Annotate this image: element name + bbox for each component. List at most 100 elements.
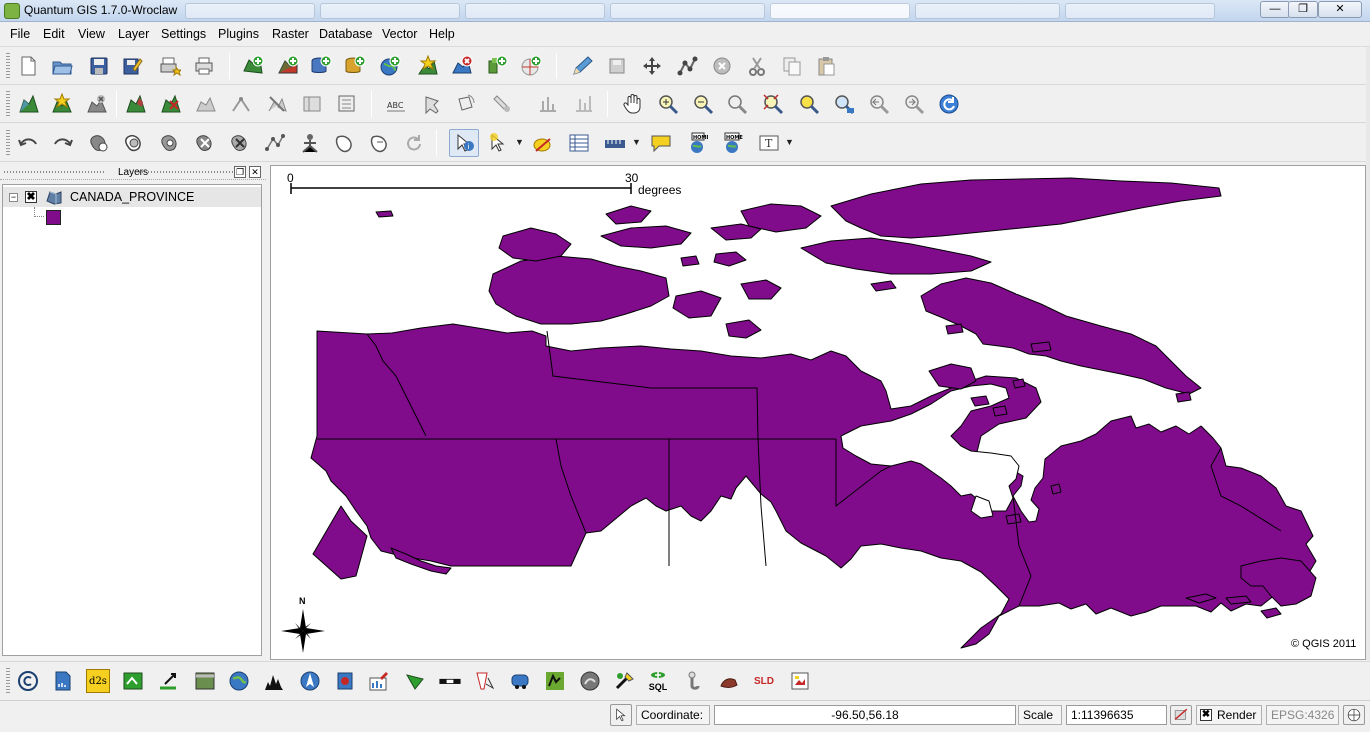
close-button[interactable]: ✕: [1318, 1, 1362, 18]
sld-icon[interactable]: SLD: [751, 669, 777, 693]
menu-edit[interactable]: Edit: [43, 27, 65, 41]
zoom-last-icon[interactable]: [867, 92, 891, 116]
save-edits-icon[interactable]: [605, 54, 629, 78]
render-toggle[interactable]: ✖ Render: [1196, 705, 1262, 725]
undock-panel-button[interactable]: ❐: [234, 166, 246, 178]
show-bookmarks-icon[interactable]: HOME: [720, 131, 744, 155]
redo-icon[interactable]: [51, 131, 75, 155]
offline-editing-icon[interactable]: [717, 669, 741, 693]
add-circle-icon[interactable]: [87, 131, 111, 155]
move-feature-icon[interactable]: [640, 54, 664, 78]
refresh-icon[interactable]: [937, 92, 961, 116]
georeferencer-icon[interactable]: [121, 669, 145, 693]
delete-part-2-icon[interactable]: [228, 131, 252, 155]
zoom-next-icon[interactable]: [902, 92, 926, 116]
redo-2-icon[interactable]: [402, 131, 426, 155]
zoom-to-selection-icon[interactable]: [761, 92, 785, 116]
render-checkbox[interactable]: ✖: [1200, 709, 1212, 721]
delete-selected-icon[interactable]: [710, 54, 734, 78]
north-arrow-icon[interactable]: [298, 669, 322, 693]
paste-features-icon[interactable]: [814, 54, 838, 78]
heatmap-icon[interactable]: [543, 669, 567, 693]
maximize-button[interactable]: ❐: [1288, 1, 1318, 18]
menu-settings[interactable]: Settings: [161, 27, 206, 41]
coordinate-mode-icon[interactable]: [610, 704, 632, 726]
menu-help[interactable]: Help: [429, 27, 455, 41]
scale-bar-icon[interactable]: [437, 669, 463, 693]
new-project-icon[interactable]: [16, 54, 40, 78]
copy-features-icon[interactable]: [780, 54, 804, 78]
simplify-2-icon[interactable]: [333, 131, 357, 155]
split-icon[interactable]: [265, 92, 289, 116]
spit-icon[interactable]: [473, 669, 497, 693]
zoom-actual-icon[interactable]: [832, 92, 856, 116]
rotate-point-icon[interactable]: [368, 131, 392, 155]
add-wms-layer-icon[interactable]: [378, 54, 402, 78]
pan-icon[interactable]: [621, 92, 645, 116]
measure-dropdown-arrow[interactable]: ▼: [632, 137, 641, 147]
export-image-icon[interactable]: [788, 669, 812, 693]
scale-field[interactable]: 1:11396635: [1066, 705, 1167, 725]
text-annotation-icon[interactable]: T: [757, 131, 781, 155]
d2s-icon[interactable]: d2s: [86, 669, 110, 693]
menu-vector[interactable]: Vector: [382, 27, 417, 41]
add-vector-layer-icon[interactable]: [241, 54, 265, 78]
openlayers-icon[interactable]: [613, 669, 637, 693]
layer-item-canada-province[interactable]: − ✖ CANADA_PROVINCE: [3, 187, 261, 207]
legend-color-swatch[interactable]: [46, 210, 61, 225]
rotate-label-icon[interactable]: [453, 92, 477, 116]
simplify-icon[interactable]: [229, 92, 253, 116]
zoom-full-icon[interactable]: [725, 92, 749, 116]
toolbar-grip[interactable]: [6, 53, 10, 79]
merge-icon[interactable]: [300, 92, 324, 116]
save-as-icon[interactable]: [120, 54, 144, 78]
move-label-icon[interactable]: [419, 92, 443, 116]
undo-icon[interactable]: [16, 131, 40, 155]
add-gps-layer-icon[interactable]: [519, 54, 543, 78]
menu-layer[interactable]: Layer: [118, 27, 149, 41]
open-project-icon[interactable]: [50, 54, 74, 78]
zoom-in-icon[interactable]: [656, 92, 680, 116]
merge-attributes-icon[interactable]: [335, 92, 359, 116]
globe-icon[interactable]: [227, 669, 251, 693]
reshape-icon[interactable]: [194, 92, 218, 116]
measure-icon[interactable]: [603, 131, 627, 155]
menu-database[interactable]: Database: [319, 27, 373, 41]
interpolation-icon[interactable]: [156, 669, 180, 693]
quick-print-icon[interactable]: [367, 669, 391, 693]
save-project-icon[interactable]: [87, 54, 111, 78]
attribute-table-icon[interactable]: [567, 131, 591, 155]
delete-part-icon[interactable]: [85, 92, 109, 116]
map-canvas[interactable]: 0 30 degrees N © QGIS 2011: [270, 165, 1366, 660]
collapse-toggle[interactable]: −: [9, 193, 18, 202]
identify-icon[interactable]: i: [449, 129, 479, 157]
layer-visibility-checkbox[interactable]: ✖: [25, 191, 37, 203]
add-ring-icon[interactable]: [124, 92, 148, 116]
add-wfs-layer-icon[interactable]: [485, 54, 509, 78]
show-pin-icon[interactable]: [490, 92, 514, 116]
zoom-to-layer-icon[interactable]: [797, 92, 821, 116]
minimize-button[interactable]: —: [1260, 1, 1290, 18]
stop-render-icon[interactable]: [1170, 705, 1192, 725]
print-icon[interactable]: [192, 54, 216, 78]
move-diagram-icon[interactable]: [536, 92, 560, 116]
delete-ring-icon[interactable]: [159, 92, 183, 116]
remove-layer-icon[interactable]: [450, 54, 474, 78]
toolbar-grip[interactable]: [6, 130, 10, 156]
crs-status-button[interactable]: EPSG:4326: [1266, 705, 1339, 725]
label-icon[interactable]: ABC: [384, 92, 408, 116]
road-graph-icon[interactable]: [403, 669, 427, 693]
menu-plugins[interactable]: Plugins: [218, 27, 259, 41]
offset-curve-icon[interactable]: [298, 131, 322, 155]
coordinate-field[interactable]: -96.50,56.18: [714, 705, 1016, 725]
grass-icon[interactable]: [578, 669, 602, 693]
menu-file[interactable]: File: [10, 27, 30, 41]
close-panel-button[interactable]: ✕: [249, 166, 261, 178]
map-tips-icon[interactable]: [649, 131, 673, 155]
copyright-label-icon[interactable]: [16, 669, 40, 693]
toolbar-grip[interactable]: [6, 668, 10, 694]
delimited-text-icon[interactable]: [51, 669, 75, 693]
histogram-icon[interactable]: [262, 669, 286, 693]
oracle-spatial-icon[interactable]: [333, 669, 357, 693]
annotation-dropdown-arrow[interactable]: ▼: [785, 137, 794, 147]
